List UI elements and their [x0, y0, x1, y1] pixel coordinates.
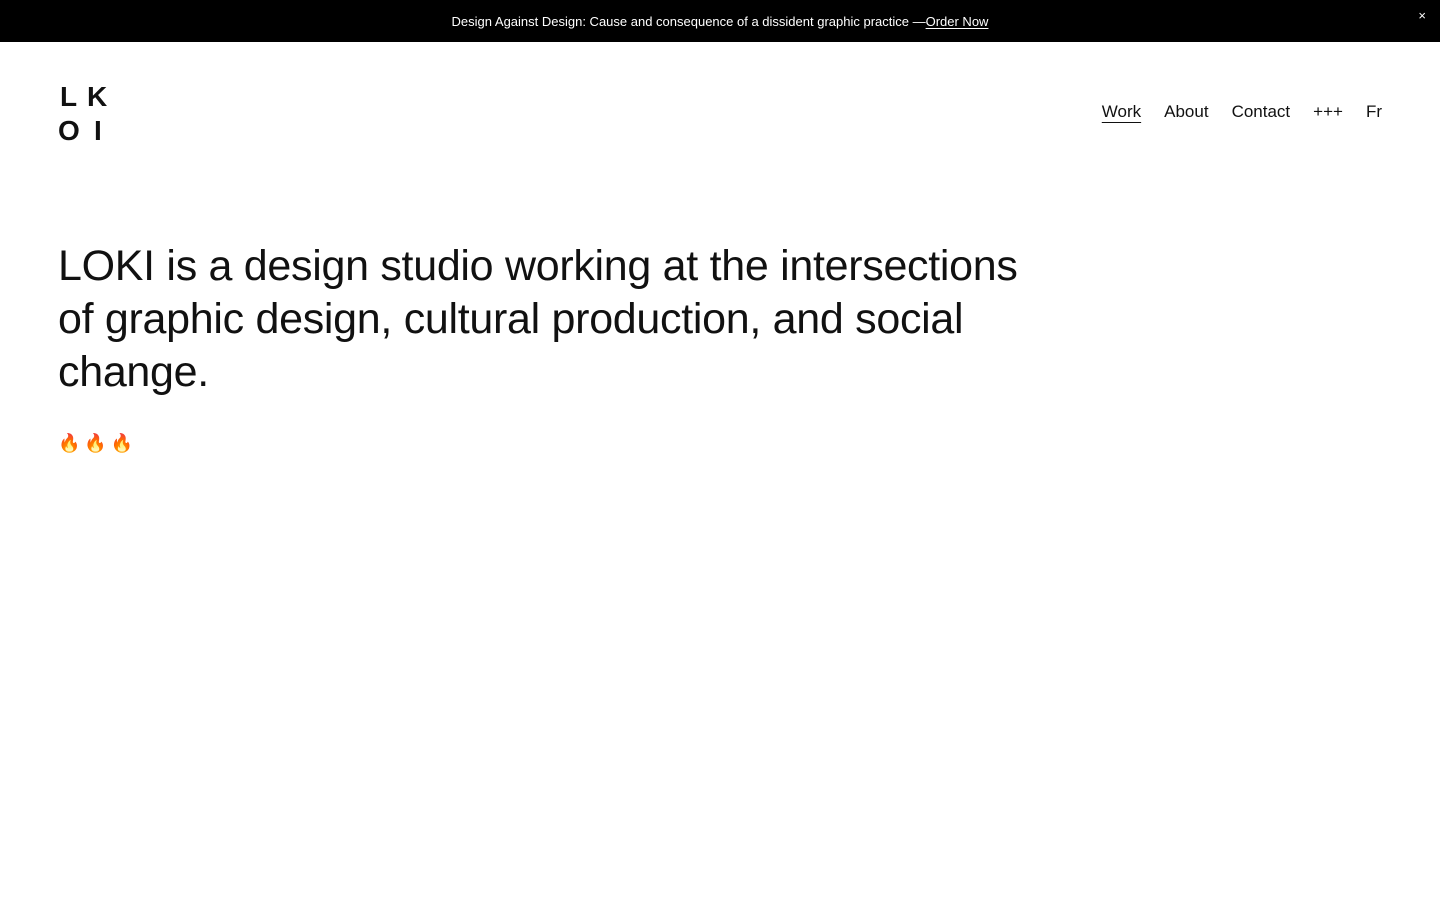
- order-now-link[interactable]: Order Now: [926, 14, 989, 29]
- close-icon[interactable]: ×: [1418, 9, 1426, 22]
- logo-letter-l: L: [60, 82, 77, 112]
- nav-item-work[interactable]: Work: [1102, 100, 1141, 124]
- logo-letter-k: K: [87, 82, 107, 112]
- logo-letter-o: O: [58, 115, 80, 144]
- loki-logo[interactable]: L K O I: [58, 81, 112, 146]
- announcement-banner: Design Against Design: Cause and consequ…: [0, 0, 1440, 42]
- nav-item-about[interactable]: About: [1164, 100, 1208, 124]
- logo-letter-i: I: [94, 115, 102, 144]
- nav-item-contact[interactable]: Contact: [1232, 100, 1291, 124]
- nav-item-more[interactable]: +++: [1313, 100, 1343, 124]
- studio-intro-heading: LOKI is a design studio working at the i…: [58, 242, 1018, 396]
- fire-emojis: 🔥🔥🔥: [58, 433, 138, 453]
- logo-mark: L K O I: [58, 81, 107, 146]
- main-nav: Work About Contact +++ Fr: [1102, 100, 1382, 124]
- banner-text: Design Against Design: Cause and consequ…: [451, 13, 926, 29]
- nav-item-language-fr[interactable]: Fr: [1366, 100, 1382, 124]
